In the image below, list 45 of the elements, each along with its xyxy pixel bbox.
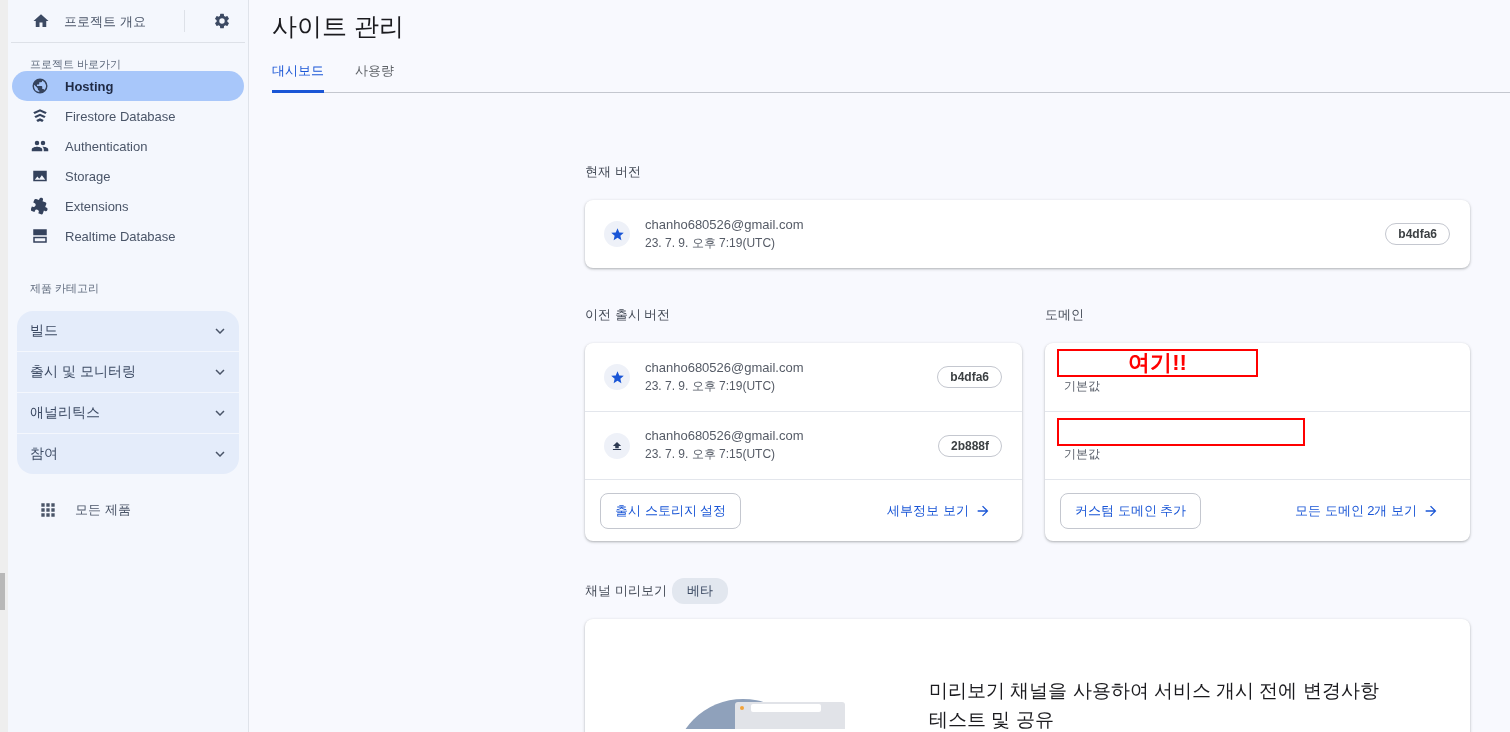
category-item[interactable]: 참여 [17, 434, 239, 474]
release-time: 23. 7. 9. 오후 7:15(UTC) [645, 446, 777, 463]
grid-icon [38, 500, 58, 520]
scrollbar-thumb[interactable] [0, 573, 5, 610]
section-heading: 프로젝트 바로가기 [29, 57, 123, 71]
domain-label: 기본값 [1064, 378, 1100, 395]
sidebar-item[interactable]: Firestore Database [12, 101, 244, 131]
stacked-chevrons-icon [31, 107, 49, 125]
release-author: chanho680526@gmail.com [645, 216, 805, 232]
add-custom-domain-button[interactable]: 커스텀 도메인 추가 [1060, 492, 1202, 529]
project-overview-link[interactable]: 프로젝트 개요 [64, 11, 170, 31]
category-item[interactable]: 빌드 [17, 311, 239, 351]
sidebar-item[interactable]: Hosting [12, 71, 244, 101]
annotation-box: 여기!! [1057, 349, 1258, 377]
section-heading: 이전 출시 버전 [585, 306, 672, 324]
page-title: 사이트 관리 [272, 11, 405, 42]
sidebar-item[interactable]: Storage [12, 161, 244, 191]
release-author: chanho680526@gmail.com [645, 359, 805, 375]
section-heading: 도메인 [1045, 306, 1085, 324]
tab[interactable]: 대시보드 [272, 56, 324, 93]
section-heading: 현재 버전 [585, 163, 642, 181]
puzzle-icon [31, 197, 49, 215]
server-icon [31, 227, 49, 245]
globe-icon [31, 77, 49, 95]
section-heading: 채널 미리보기 [585, 582, 667, 600]
all-domains-link[interactable]: 모든 도메인 2개 보기 [1294, 501, 1439, 520]
release-time: 23. 7. 9. 오후 7:19(UTC) [645, 234, 777, 252]
home-icon [32, 12, 50, 30]
category-item[interactable]: 애널리틱스 [17, 393, 239, 433]
storage-settings-button[interactable]: 출시 스토리지 설정 [600, 492, 742, 529]
settings-icon [213, 12, 231, 30]
section-heading: 제품 카테고리 [29, 281, 101, 296]
preview-description: 미리보기 채널을 사용하여 서비스 개시 전에 변경사항 테스트 및 공유 [929, 679, 1380, 732]
upload-icon [604, 432, 630, 459]
sidebar-item[interactable]: Authentication [12, 131, 244, 161]
sidebar-item[interactable]: Realtime Database [12, 221, 244, 251]
release-time: 23. 7. 9. 오후 7:19(UTC) [645, 377, 777, 395]
all-products-link[interactable]: 모든 제품 [38, 500, 131, 520]
tab[interactable]: 사용량 [355, 56, 394, 93]
beta-badge: 베타 [671, 578, 728, 604]
domain-label: 기본값 [1064, 446, 1100, 463]
details-link[interactable]: 세부정보 보기 [887, 501, 991, 520]
category-item[interactable]: 출시 및 모니터링 [17, 352, 239, 392]
release-author: chanho680526@gmail.com [645, 428, 805, 443]
sidebar-item[interactable]: Extensions [12, 191, 244, 221]
